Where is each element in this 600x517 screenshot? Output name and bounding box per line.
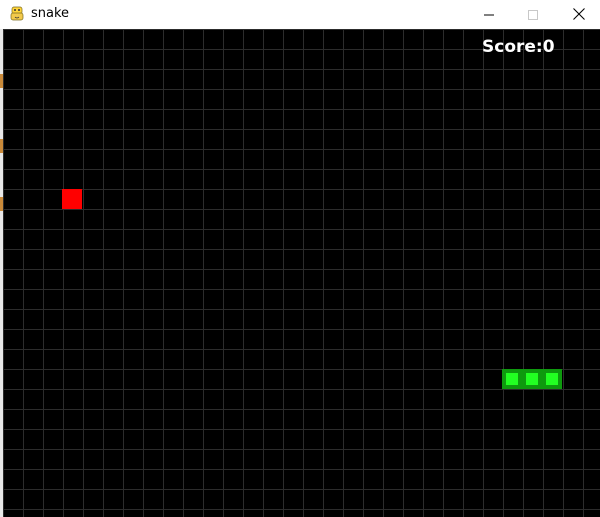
minimize-icon bbox=[484, 5, 494, 24]
close-button[interactable] bbox=[556, 0, 600, 29]
game-board[interactable]: Score:0 bbox=[3, 29, 600, 517]
score-label: Score:0 bbox=[482, 37, 555, 57]
game-window: snake Score:0 bbox=[0, 0, 600, 517]
snake-segment bbox=[546, 373, 558, 385]
title-bar[interactable]: snake bbox=[0, 0, 600, 29]
food-pellet bbox=[62, 189, 82, 209]
window-title: snake bbox=[31, 6, 70, 21]
python-icon bbox=[9, 6, 25, 22]
snake-segment bbox=[526, 373, 538, 385]
snake-segment-head bbox=[506, 373, 518, 385]
maximize-icon bbox=[528, 5, 538, 24]
minimize-button[interactable] bbox=[466, 0, 512, 29]
close-icon bbox=[573, 5, 585, 24]
maximize-button[interactable] bbox=[510, 0, 556, 29]
